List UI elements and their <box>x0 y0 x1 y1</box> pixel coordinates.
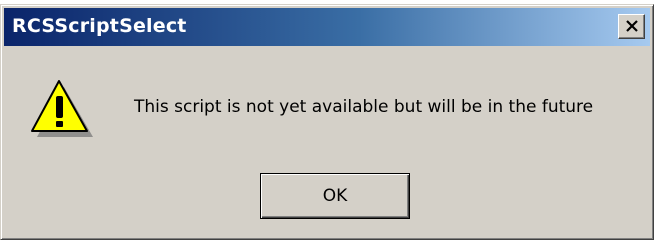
ok-button[interactable]: OK <box>260 173 410 219</box>
close-icon <box>626 20 638 32</box>
message-dialog: RCSScriptSelect This script is not yet a… <box>0 4 654 240</box>
close-button[interactable] <box>618 14 645 39</box>
window-title: RCSScriptSelect <box>12 15 187 37</box>
dialog-message: This script is not yet available but wil… <box>134 97 594 117</box>
warning-icon <box>31 80 93 137</box>
title-bar[interactable]: RCSScriptSelect <box>4 8 650 46</box>
